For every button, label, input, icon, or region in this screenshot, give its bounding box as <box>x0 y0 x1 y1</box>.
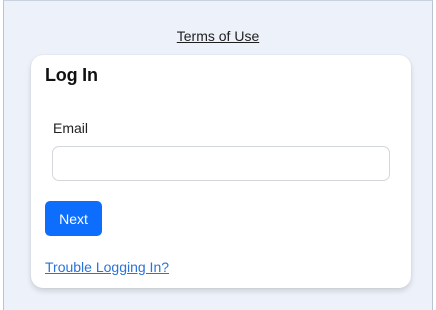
trouble-logging-in-link[interactable]: Trouble Logging In? <box>45 259 169 275</box>
login-card: Log In Email Next Trouble Logging In? <box>31 55 411 288</box>
login-title: Log In <box>45 65 98 85</box>
email-label: Email <box>53 120 89 136</box>
next-button[interactable]: Next <box>45 201 102 236</box>
email-input[interactable] <box>52 146 390 181</box>
page-background: Terms of Use Log In Email Next Trouble L… <box>3 0 433 310</box>
terms-of-use-link[interactable]: Terms of Use <box>4 28 432 44</box>
